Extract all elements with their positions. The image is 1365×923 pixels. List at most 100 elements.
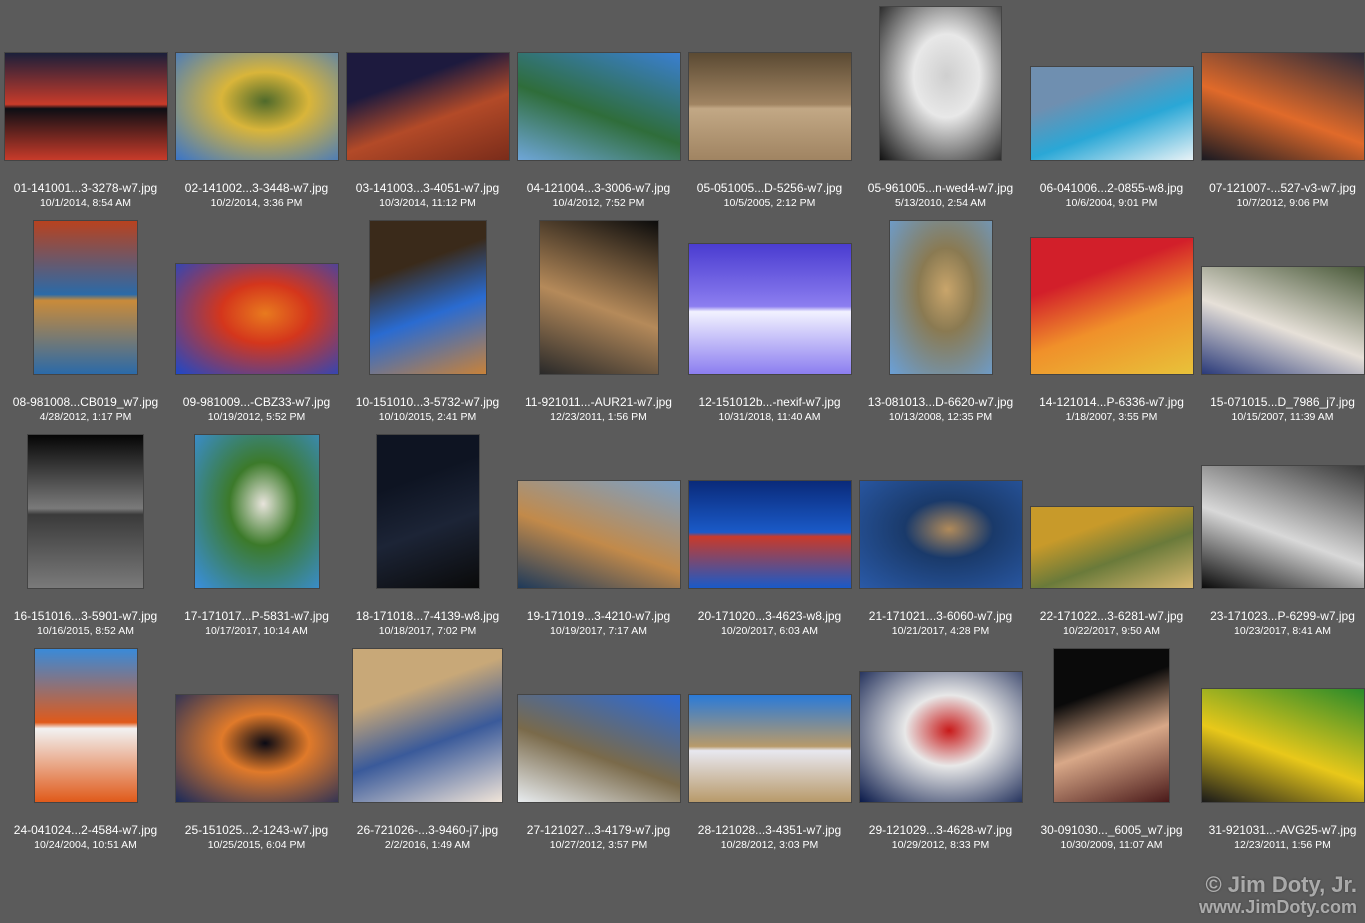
- file-date-label: 10/4/2012, 7:52 PM: [552, 197, 645, 209]
- file-name-label: 06-041006...2-0855-w8.jpg: [1039, 181, 1184, 195]
- thumbnail-image[interactable]: [353, 649, 502, 802]
- thumbnail-item[interactable]: 29-121029...3-4628-w7.jpg 10/29/2012, 8:3…: [855, 642, 1026, 856]
- thumbnail-item[interactable]: 24-041024...2-4584-w7.jpg 10/24/2004, 10:…: [0, 642, 171, 856]
- file-name-label: 30-091030..._6005_w7.jpg: [1040, 823, 1183, 837]
- file-date-label: 5/13/2010, 2:54 AM: [894, 197, 987, 209]
- thumbnail-item[interactable]: 20-171020...3-4623-w8.jpg 10/20/2017, 6:0…: [684, 428, 855, 642]
- thumbnail-frame: [171, 428, 342, 588]
- thumbnail-item[interactable]: 27-121027...3-4179-w7.jpg 10/27/2012, 3:5…: [513, 642, 684, 856]
- thumbnail-image[interactable]: [517, 481, 680, 588]
- thumbnail-item[interactable]: 17-171017...P-5831-w7.jpg 10/17/2017, 10:…: [171, 428, 342, 642]
- thumbnail-item[interactable]: 02-141002...3-3448-w7.jpg 10/2/2014, 3:36…: [171, 0, 342, 214]
- thumbnail-image[interactable]: [539, 221, 658, 374]
- thumbnail-item[interactable]: 18-171018...7-4139-w8.jpg 10/18/2017, 7:0…: [342, 428, 513, 642]
- thumbnail-item[interactable]: 05-961005...n-wed4-w7.jpg 5/13/2010, 2:54…: [855, 0, 1026, 214]
- thumbnail-item[interactable]: 31-921031...-AVG25-w7.jpg 12/23/2011, 1:5…: [1197, 642, 1365, 856]
- thumbnail-item[interactable]: 26-721026-...3-9460-j7.jpg 2/2/2016, 1:49…: [342, 642, 513, 856]
- thumbnail-frame: [513, 428, 684, 588]
- thumbnail-image[interactable]: [1201, 53, 1364, 160]
- thumbnail-image[interactable]: [28, 435, 143, 588]
- thumbnail-frame: [855, 214, 1026, 374]
- thumbnail-image[interactable]: [1030, 507, 1193, 588]
- thumbnail-image[interactable]: [889, 221, 992, 374]
- thumbnail-item[interactable]: 12-151012b...-nexif-w7.jpg 10/31/2018, 11…: [684, 214, 855, 428]
- file-date-label: 10/18/2017, 7:02 PM: [378, 625, 477, 637]
- thumbnail-image[interactable]: [517, 53, 680, 160]
- thumbnail-image[interactable]: [1030, 238, 1193, 374]
- thumbnail-image[interactable]: [369, 221, 486, 374]
- file-date-label: 10/22/2017, 9:50 AM: [1063, 625, 1160, 637]
- thumbnail-image[interactable]: [688, 481, 851, 588]
- thumbnail-item[interactable]: 22-171022...3-6281-w7.jpg 10/22/2017, 9:5…: [1026, 428, 1197, 642]
- file-date-label: 10/20/2017, 6:03 AM: [721, 625, 818, 637]
- thumbnail-image[interactable]: [1030, 67, 1193, 160]
- thumbnail-image[interactable]: [346, 53, 509, 160]
- thumbnail-item[interactable]: 10-151010...3-5732-w7.jpg 10/10/2015, 2:4…: [342, 214, 513, 428]
- file-name-label: 03-141003...3-4051-w7.jpg: [355, 181, 500, 195]
- thumbnail-image[interactable]: [34, 221, 137, 374]
- thumbnail-item[interactable]: 13-081013...D-6620-w7.jpg 10/13/2008, 12:…: [855, 214, 1026, 428]
- file-date-label: 10/3/2014, 11:12 PM: [379, 197, 476, 209]
- thumbnail-image[interactable]: [688, 695, 851, 802]
- thumbnail-item[interactable]: 01-141001...3-3278-w7.jpg 10/1/2014, 8:54…: [0, 0, 171, 214]
- thumbnail-item[interactable]: 03-141003...3-4051-w7.jpg 10/3/2014, 11:1…: [342, 0, 513, 214]
- thumbnail-item[interactable]: 25-151025...2-1243-w7.jpg 10/25/2015, 6:0…: [171, 642, 342, 856]
- thumbnail-frame: [0, 642, 171, 802]
- thumbnail-image[interactable]: [688, 53, 851, 160]
- file-name-label: 21-171021...3-6060-w7.jpg: [868, 609, 1013, 623]
- file-name-label: 24-041024...2-4584-w7.jpg: [13, 823, 158, 837]
- thumbnail-frame: [0, 428, 171, 588]
- thumbnail-item[interactable]: 28-121028...3-4351-w7.jpg 10/28/2012, 3:0…: [684, 642, 855, 856]
- thumbnail-item[interactable]: 15-071015...D_7986_j7.jpg 10/15/2007, 11:…: [1197, 214, 1365, 428]
- thumbnail-image[interactable]: [688, 244, 851, 374]
- thumbnail-image[interactable]: [517, 695, 680, 802]
- thumbnail-image[interactable]: [175, 53, 338, 160]
- file-date-label: 10/7/2012, 9:06 PM: [1236, 197, 1329, 209]
- thumbnail-frame: [171, 0, 342, 160]
- thumbnail-item[interactable]: 16-151016...3-5901-w7.jpg 10/16/2015, 8:5…: [0, 428, 171, 642]
- thumbnail-item[interactable]: 08-981008...CB019_w7.jpg 4/28/2012, 1:17 …: [0, 214, 171, 428]
- thumbnail-item[interactable]: 09-981009...-CBZ33-w7.jpg 10/19/2012, 5:5…: [171, 214, 342, 428]
- thumbnail-image[interactable]: [880, 7, 1001, 160]
- file-date-label: 12/23/2011, 1:56 PM: [550, 411, 647, 423]
- thumbnail-item[interactable]: 04-121004...3-3006-w7.jpg 10/4/2012, 7:52…: [513, 0, 684, 214]
- thumbnail-image[interactable]: [175, 695, 338, 802]
- thumbnail-item[interactable]: 19-171019...3-4210-w7.jpg 10/19/2017, 7:1…: [513, 428, 684, 642]
- file-name-label: 23-171023...P-6299-w7.jpg: [1210, 609, 1355, 623]
- thumbnail-item[interactable]: 07-121007-...527-v3-w7.jpg 10/7/2012, 9:0…: [1197, 0, 1365, 214]
- file-date-label: 10/31/2018, 11:40 AM: [718, 411, 821, 423]
- thumbnail-frame: [684, 0, 855, 160]
- file-date-label: 2/2/2016, 1:49 AM: [384, 839, 471, 851]
- thumbnail-frame: [1026, 0, 1197, 160]
- file-name-label: 14-121014...P-6336-w7.jpg: [1039, 395, 1184, 409]
- thumbnail-item[interactable]: 23-171023...P-6299-w7.jpg 10/23/2017, 8:4…: [1197, 428, 1365, 642]
- thumbnail-frame: [1197, 0, 1365, 160]
- thumbnail-image[interactable]: [1201, 267, 1364, 374]
- file-name-label: 19-171019...3-4210-w7.jpg: [526, 609, 671, 623]
- thumbnail-item[interactable]: 14-121014...P-6336-w7.jpg 1/18/2007, 3:55…: [1026, 214, 1197, 428]
- thumbnail-frame: [513, 642, 684, 802]
- file-date-label: 10/28/2012, 3:03 PM: [720, 839, 819, 851]
- file-name-label: 01-141001...3-3278-w7.jpg: [13, 181, 158, 195]
- thumbnail-item[interactable]: 11-921011...-AUR21-w7.jpg 12/23/2011, 1:5…: [513, 214, 684, 428]
- thumbnail-image[interactable]: [1054, 649, 1169, 802]
- thumbnail-image[interactable]: [859, 672, 1022, 802]
- thumbnail-image[interactable]: [376, 435, 479, 588]
- thumbnail-item[interactable]: 30-091030..._6005_w7.jpg 10/30/2009, 11:0…: [1026, 642, 1197, 856]
- thumbnail-item[interactable]: 21-171021...3-6060-w7.jpg 10/21/2017, 4:2…: [855, 428, 1026, 642]
- thumbnail-item[interactable]: 06-041006...2-0855-w8.jpg 10/6/2004, 9:01…: [1026, 0, 1197, 214]
- thumbnail-item[interactable]: 05-051005...D-5256-w7.jpg 10/5/2005, 2:12…: [684, 0, 855, 214]
- thumbnail-image[interactable]: [175, 264, 338, 374]
- thumbnail-frame: [342, 0, 513, 160]
- file-name-label: 22-171022...3-6281-w7.jpg: [1039, 609, 1184, 623]
- thumbnail-image[interactable]: [1201, 466, 1364, 588]
- thumbnail-image[interactable]: [1201, 689, 1364, 802]
- thumbnail-image[interactable]: [34, 649, 137, 802]
- thumbnail-image[interactable]: [4, 53, 167, 160]
- file-name-label: 28-121028...3-4351-w7.jpg: [697, 823, 842, 837]
- thumbnail-image[interactable]: [194, 435, 319, 588]
- file-name-label: 05-961005...n-wed4-w7.jpg: [867, 181, 1014, 195]
- file-date-label: 1/18/2007, 3:55 PM: [1065, 411, 1158, 423]
- thumbnail-image[interactable]: [859, 481, 1022, 588]
- file-date-label: 10/15/2007, 11:39 AM: [1231, 411, 1334, 423]
